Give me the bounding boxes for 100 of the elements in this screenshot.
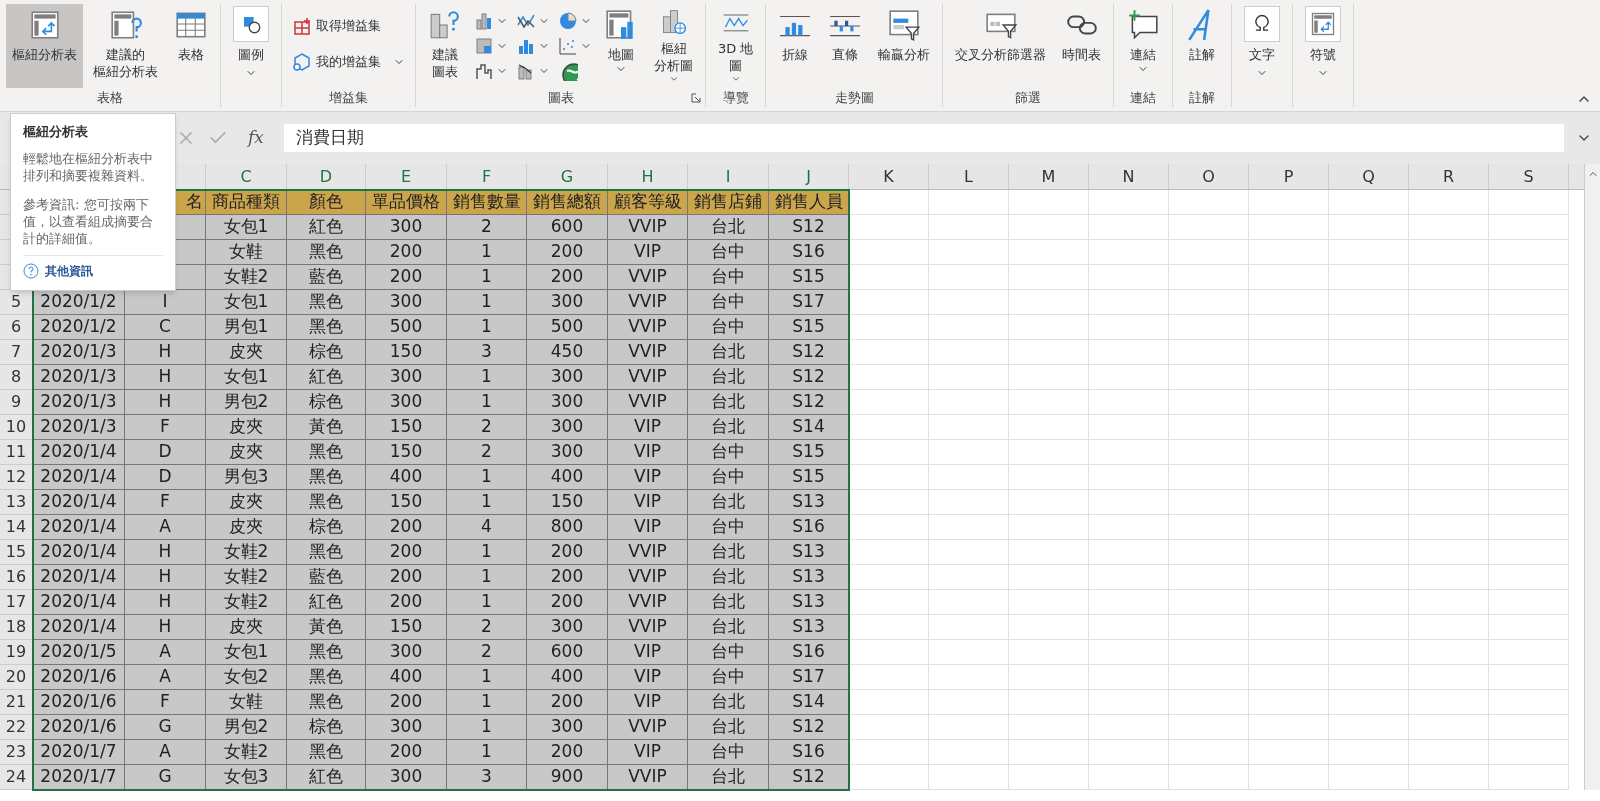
ribbon-button[interactable]: 時間表 xyxy=(1056,4,1108,88)
table-cell: 150 xyxy=(366,340,447,365)
ribbon-button[interactable]: 建議的 樞紐分析表 xyxy=(87,4,164,88)
row-number[interactable]: 19 xyxy=(0,640,33,665)
row-number[interactable]: 10 xyxy=(0,415,33,440)
column-chart-icon xyxy=(474,10,494,31)
header-cell: 銷售總額 xyxy=(527,190,608,215)
column-header[interactable]: M xyxy=(1009,164,1089,189)
ribbon-button[interactable]: 文字 xyxy=(1238,4,1287,88)
table-cell: VIP xyxy=(608,515,688,540)
table-cell: 台北 xyxy=(688,365,769,390)
header-cell: 單品價格 xyxy=(366,190,447,215)
table-cell: 黑色 xyxy=(287,315,366,340)
row-number[interactable]: 22 xyxy=(0,715,33,740)
column-header[interactable]: Q xyxy=(1329,164,1409,189)
table-cell: S12 xyxy=(769,715,849,740)
column-header[interactable]: C xyxy=(206,164,287,189)
column-header[interactable]: R xyxy=(1409,164,1489,189)
column-header[interactable]: L xyxy=(929,164,1009,189)
column-header[interactable]: I xyxy=(688,164,769,189)
formula-input[interactable]: 消費日期 xyxy=(283,124,1564,152)
column-header[interactable]: E xyxy=(366,164,447,189)
column-header[interactable]: D xyxy=(287,164,366,189)
ribbon-button[interactable]: 我的增益集 xyxy=(288,48,409,76)
ribbon-button[interactable]: 建議 圖表 xyxy=(422,4,468,88)
table-cell: VIP xyxy=(608,465,688,490)
row-number[interactable]: 6 xyxy=(0,315,33,340)
column-header[interactable]: O xyxy=(1169,164,1249,189)
ribbon-button[interactable]: 輸贏分析 xyxy=(872,4,937,88)
table-cell: S16 xyxy=(769,640,849,665)
table-cell: VVIP xyxy=(608,390,688,415)
table-cell: G xyxy=(125,715,206,740)
table-cell: 女鞋2 xyxy=(206,740,287,765)
row-number[interactable]: 7 xyxy=(0,340,33,365)
row-number[interactable]: 13 xyxy=(0,490,33,515)
column-header[interactable]: F xyxy=(447,164,527,189)
tooltip-title: 樞紐分析表 xyxy=(23,123,89,141)
table-cell: 300 xyxy=(527,390,608,415)
table-cell: 3 xyxy=(447,340,527,365)
ribbon-button[interactable]: 折線 xyxy=(772,4,819,88)
ribbon-button[interactable]: 樞紐 分析圖 xyxy=(648,4,699,88)
table-cell: 150 xyxy=(366,615,447,640)
ribbon-button[interactable]: 圖例 xyxy=(227,4,275,88)
ribbon-button[interactable]: 取得增益集 xyxy=(288,12,409,40)
column-header[interactable]: J xyxy=(769,164,849,189)
table-cell: 黑色 xyxy=(287,490,366,515)
table-cell: 300 xyxy=(527,415,608,440)
column-header[interactable]: S xyxy=(1489,164,1569,189)
vertical-scrollbar[interactable] xyxy=(1584,164,1600,790)
ribbon-button[interactable]: 符號 xyxy=(1299,4,1348,88)
table-cell: 150 xyxy=(527,490,608,515)
table-cell: 台北 xyxy=(688,590,769,615)
ribbon-button[interactable]: 連結 xyxy=(1120,4,1167,88)
ribbon-button[interactable]: 直條 xyxy=(822,4,869,88)
row-number[interactable]: 11 xyxy=(0,440,33,465)
row-number[interactable]: 14 xyxy=(0,515,33,540)
ribbon-button[interactable]: 註解 xyxy=(1179,4,1226,88)
table-cell: H xyxy=(125,565,206,590)
table-cell: 200 xyxy=(366,265,447,290)
ribbon-button[interactable]: 表格 xyxy=(168,4,214,88)
table-cell: 2020/1/3 xyxy=(33,340,125,365)
table-cell: VIP xyxy=(608,690,688,715)
ribbon-button[interactable]: 3D 地 圖 xyxy=(712,4,760,88)
table-cell: VVIP xyxy=(608,290,688,315)
table-cell: VIP xyxy=(608,440,688,465)
row-number[interactable]: 12 xyxy=(0,465,33,490)
table-cell: 600 xyxy=(527,640,608,665)
row-number[interactable]: 15 xyxy=(0,540,33,565)
row-number[interactable]: 23 xyxy=(0,740,33,765)
row-number[interactable]: 16 xyxy=(0,565,33,590)
row-number[interactable]: 20 xyxy=(0,665,33,690)
column-header[interactable]: K xyxy=(849,164,929,189)
table-cell: 台北 xyxy=(688,415,769,440)
column-header[interactable]: P xyxy=(1249,164,1329,189)
row-number[interactable]: 17 xyxy=(0,590,33,615)
table-cell: 女鞋 xyxy=(206,240,287,265)
table-cell: VVIP xyxy=(608,265,688,290)
table-cell: S16 xyxy=(769,515,849,540)
ribbon-button[interactable]: 樞紐分析表 xyxy=(6,4,83,88)
row-number[interactable]: 21 xyxy=(0,690,33,715)
table-cell: 1 xyxy=(447,540,527,565)
column-header[interactable]: H xyxy=(608,164,688,189)
more-info-link[interactable]: 其他資訊 xyxy=(45,261,93,280)
column-header[interactable]: G xyxy=(527,164,608,189)
row-number[interactable]: 8 xyxy=(0,365,33,390)
function-icon[interactable]: fx xyxy=(240,125,272,151)
table-cell: S16 xyxy=(769,240,849,265)
row-number[interactable]: 18 xyxy=(0,615,33,640)
table-cell: S12 xyxy=(769,340,849,365)
ribbon-button[interactable]: 地圖 xyxy=(598,4,644,88)
column-header[interactable]: N xyxy=(1089,164,1169,189)
dialog-launcher-icon[interactable] xyxy=(691,93,701,103)
table-cell: A xyxy=(125,515,206,540)
table-cell: 2 xyxy=(447,215,527,240)
table-cell: 1 xyxy=(447,590,527,615)
ribbon-button[interactable]: 交叉分析篩選器 xyxy=(949,4,1053,88)
table-cell: VVIP xyxy=(608,765,688,790)
row-number[interactable]: 24 xyxy=(0,765,33,790)
row-number[interactable]: 9 xyxy=(0,390,33,415)
table-cell: S12 xyxy=(769,215,849,240)
